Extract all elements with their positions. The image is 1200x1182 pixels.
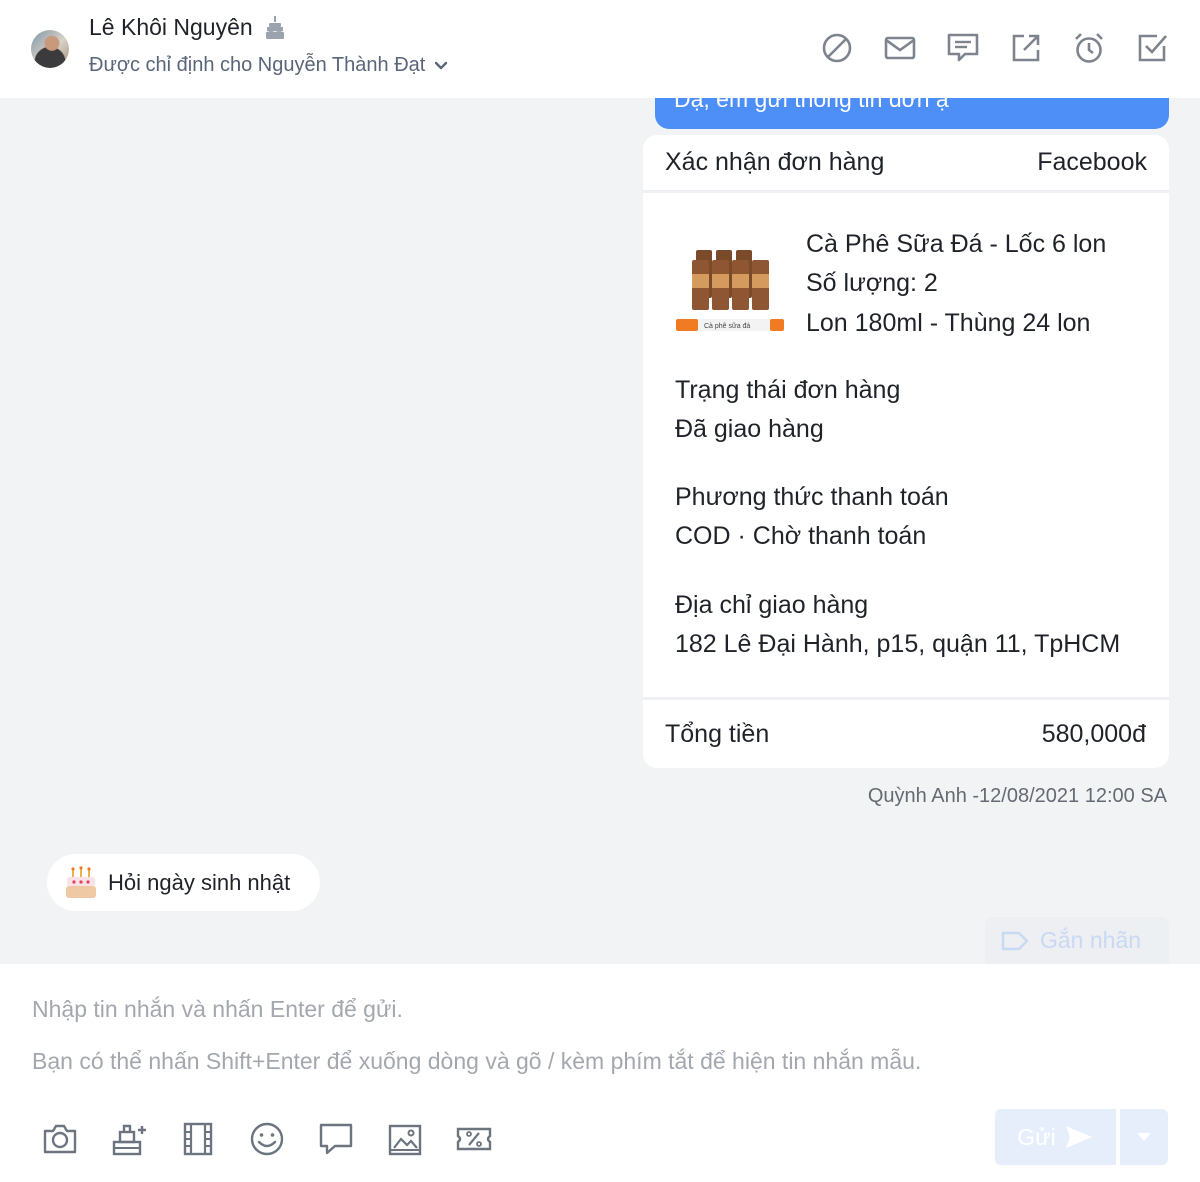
- product-icon: [112, 1124, 146, 1156]
- emoji-icon: [250, 1122, 284, 1156]
- tag-icon: [1001, 931, 1029, 950]
- send-icon: [1065, 1126, 1092, 1148]
- total-value: 580,000đ: [1041, 719, 1146, 748]
- open-external-icon: [1012, 34, 1040, 62]
- order-status-value: Đã giao hàng: [675, 415, 824, 443]
- product-quantity: Số lượng: 2: [806, 269, 938, 297]
- message-composer[interactable]: Nhập tin nhắn và nhấn Enter để gửi. Bạn …: [0, 964, 1200, 1182]
- message-meta: Quỳnh Anh -12/08/2021 12:00 SA: [867, 785, 1167, 807]
- assignee-selector[interactable]: Được chỉ định cho Nguyễn Thành Đạt: [89, 54, 449, 77]
- comment-button[interactable]: [946, 31, 980, 65]
- send-button[interactable]: Gửi: [995, 1109, 1116, 1165]
- card-title: Xác nhận đơn hàng: [665, 148, 885, 176]
- order-confirmation-card: Xác nhận đơn hàng Facebook Cà phê sữa đá…: [643, 135, 1169, 768]
- card-header: Xác nhận đơn hàng Facebook: [643, 135, 1169, 193]
- payment-method-section: Phương thức thanh toán COD · Chờ thanh t…: [675, 483, 949, 551]
- send-label: Gửi: [1017, 1123, 1056, 1150]
- suggestion-chip[interactable]: Hỏi ngày sinh nhật: [47, 854, 320, 911]
- conversation-header: Lê Khôi Nguyên Được chỉ định cho Nguyễn …: [0, 0, 1200, 98]
- card-channel: Facebook: [1037, 148, 1147, 176]
- contact-name[interactable]: Lê Khôi Nguyên: [89, 14, 253, 41]
- camera-icon: [43, 1124, 77, 1154]
- coupon-icon: [456, 1127, 492, 1151]
- check-square-icon: [1138, 34, 1167, 62]
- coupon-button[interactable]: [454, 1119, 494, 1159]
- product-name: Cà Phê Sữa Đá - Lốc 6 lon: [806, 230, 1107, 258]
- image-icon: [388, 1124, 422, 1156]
- chevron-down-icon: [435, 61, 448, 69]
- composer-placeholder-line2[interactable]: Bạn có thể nhấn Shift+Enter để xuống dòn…: [32, 1048, 921, 1075]
- shipping-address-label: Địa chỉ giao hàng: [675, 591, 869, 619]
- chat-template-icon: [319, 1123, 353, 1155]
- avatar[interactable]: [31, 30, 69, 68]
- block-button[interactable]: [820, 31, 854, 65]
- block-icon: [822, 33, 852, 63]
- card-total-row: Tổng tiền 580,000đ: [643, 697, 1169, 768]
- add-tag-button[interactable]: Gắn nhãn: [985, 917, 1169, 964]
- mail-button[interactable]: [883, 31, 917, 65]
- emoji-button[interactable]: [247, 1119, 287, 1159]
- payment-method-value: COD · Chờ thanh toán: [675, 522, 927, 550]
- contact-name-row: Lê Khôi Nguyên: [89, 14, 287, 41]
- add-tag-label: Gắn nhãn: [1040, 927, 1142, 953]
- camera-button[interactable]: [40, 1119, 80, 1159]
- composer-placeholder-line1[interactable]: Nhập tin nhắn và nhấn Enter để gửi.: [32, 996, 403, 1023]
- product-image: Cà phê sữa đá: [674, 244, 786, 342]
- product-button[interactable]: [109, 1119, 149, 1159]
- send-options-button[interactable]: [1120, 1109, 1168, 1165]
- alarm-icon: [1075, 33, 1103, 63]
- product-image-caption: Cà phê sữa đá: [704, 323, 750, 330]
- open-external-button[interactable]: [1009, 31, 1043, 65]
- shipping-address-section: Địa chỉ giao hàng 182 Lê Đại Hành, p15, …: [675, 591, 1120, 659]
- video-button[interactable]: [178, 1119, 218, 1159]
- product-variant: Lon 180ml - Thùng 24 lon: [806, 309, 1091, 337]
- birthday-cake-icon: [66, 865, 96, 898]
- order-status-section: Trạng thái đơn hàng Đã giao hàng: [675, 376, 900, 444]
- outgoing-message-bubble: Dạ, em gửi thông tin đơn ạ: [655, 98, 1169, 129]
- video-icon: [183, 1122, 213, 1156]
- suggestion-chip-label: Hỏi ngày sinh nhật: [108, 869, 291, 895]
- message-text: Dạ, em gửi thông tin đơn ạ: [674, 98, 949, 112]
- reminder-button[interactable]: [1072, 31, 1106, 65]
- mail-icon: [884, 36, 916, 60]
- birthday-cake-icon: [265, 15, 284, 39]
- image-button[interactable]: [385, 1119, 425, 1159]
- order-status-label: Trạng thái đơn hàng: [675, 376, 901, 404]
- shipping-address-value: 182 Lê Đại Hành, p15, quận 11, TpHCM: [675, 630, 1121, 658]
- comment-icon: [947, 33, 979, 62]
- composer-toolbar: [40, 1119, 523, 1159]
- assignee-label: Được chỉ định cho Nguyễn Thành Đạt: [89, 54, 426, 76]
- payment-method-label: Phương thức thanh toán: [675, 483, 949, 511]
- template-message-button[interactable]: [316, 1119, 356, 1159]
- mark-done-button[interactable]: [1135, 31, 1169, 65]
- total-label: Tổng tiền: [665, 719, 770, 748]
- caret-down-icon: [1137, 1133, 1151, 1141]
- header-actions: [820, 31, 1169, 65]
